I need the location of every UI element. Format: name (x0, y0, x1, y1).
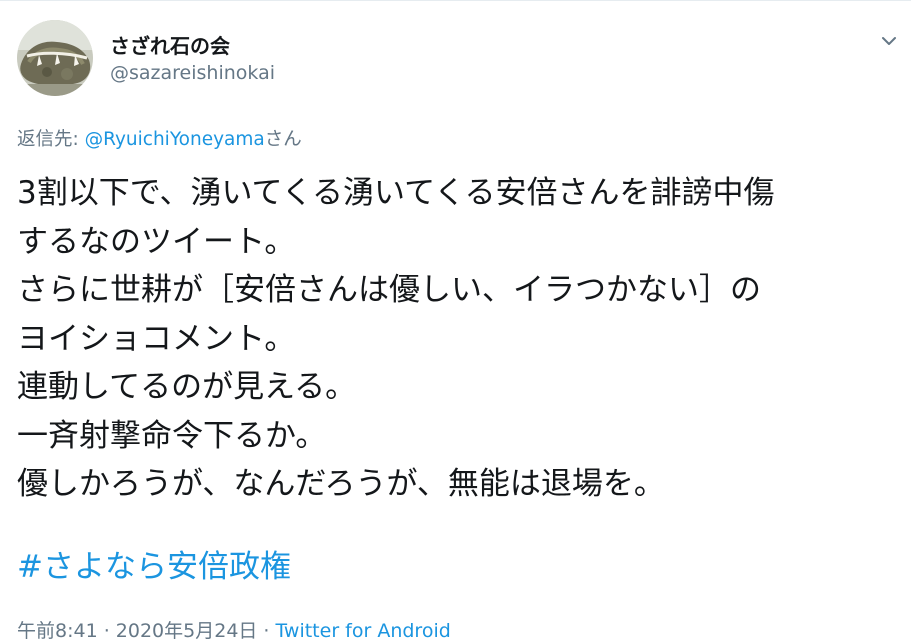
reply-to-suffix: さん (264, 129, 302, 150)
tweet-body: 3割以下で、湧いてくる湧いてくる安倍さんを誹謗中傷 するなのツイート。さらに世耕が… (17, 169, 907, 509)
tweet-body-line: ヨイショコメント。 (17, 320, 296, 357)
tweet-source-link[interactable]: Twitter for Android (275, 620, 450, 642)
author-avatar[interactable] (17, 20, 93, 96)
meta-separator: · (263, 620, 270, 642)
tweet-meta: 午前8:41 · 2020年5月24日 · Twitter for Android (17, 616, 451, 643)
tweet-body-line: するなのツイート。 (17, 223, 296, 260)
author-handle[interactable]: @sazareishinokai (110, 62, 275, 84)
tweet-body-line: 優しかろうが、なんだろうが、無能は退場を。 (17, 466, 665, 502)
tweet-body-line: 一斉射撃命令下るか。 (17, 417, 327, 454)
reply-to-line: 返信先: @RyuichiYoneyamaさん (17, 125, 302, 151)
tweet-body-line: 連動してるのが見える。 (17, 369, 357, 405)
reply-to-prefix: 返信先: (17, 129, 85, 150)
tweet-timestamp[interactable]: 午前8:41 · 2020年5月24日 (17, 620, 257, 642)
reply-to-mention[interactable]: @RyuichiYoneyama (85, 129, 265, 150)
top-divider (0, 0, 911, 1)
chevron-down-icon[interactable] (876, 28, 902, 54)
avatar-sazare-stone-photo (17, 20, 93, 96)
hashtag-link[interactable]: #さよなら安倍政権 (17, 543, 291, 591)
tweet-body-line: 3割以下で、湧いてくる湧いてくる安倍さんを誹謗中傷 (17, 175, 775, 211)
author-display-name[interactable]: さざれ石の会 (110, 30, 230, 59)
tweet-body-line: さらに世耕が［安倍さんは優しい、イラつかない］の (17, 272, 761, 308)
